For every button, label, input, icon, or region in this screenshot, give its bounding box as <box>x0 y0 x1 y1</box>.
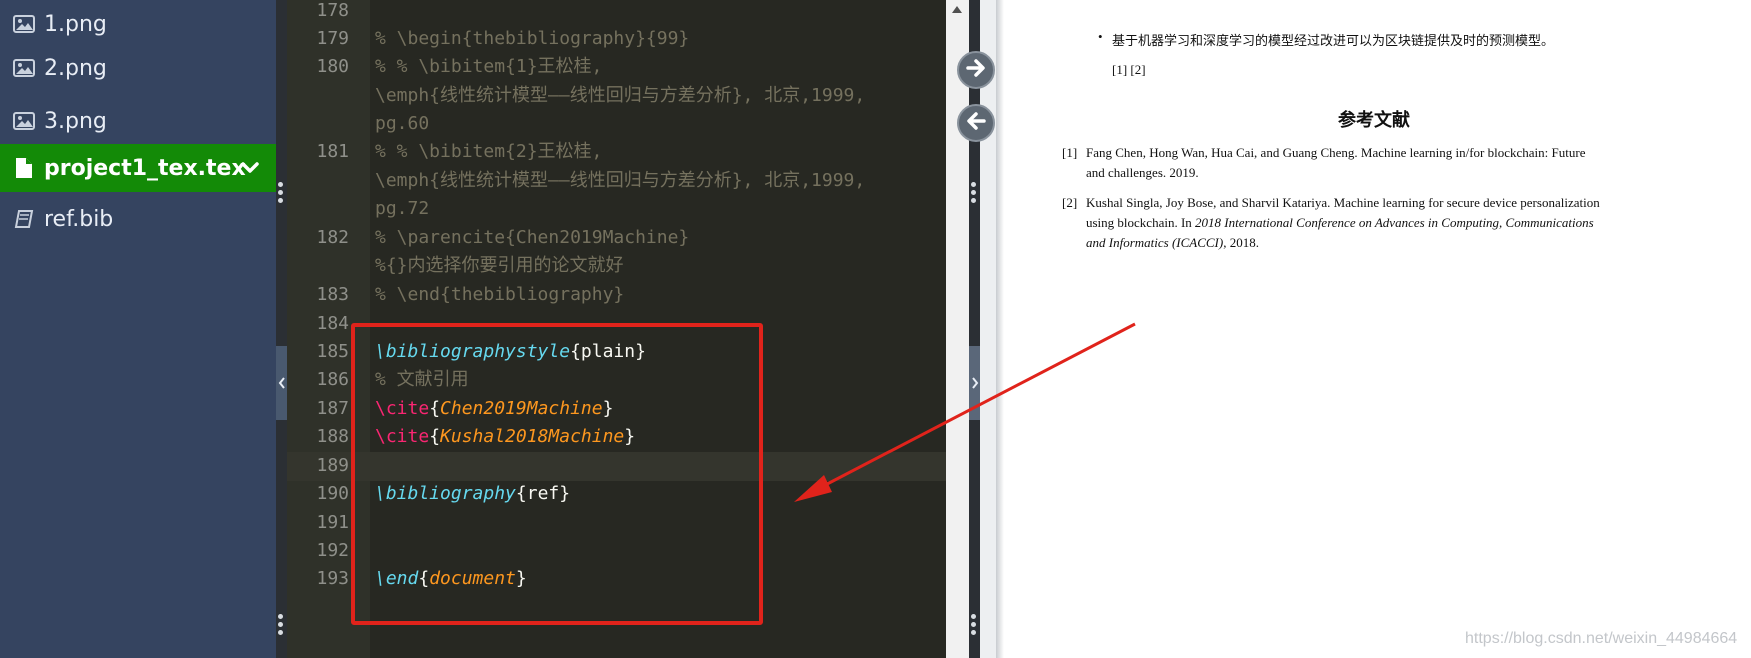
code-line: % \begin{thebibliography}{99} <box>375 28 690 49</box>
line-number: 180 <box>316 56 349 77</box>
line-number: 184 <box>316 313 349 334</box>
line-number: 185 <box>316 341 349 362</box>
image-icon <box>0 15 44 33</box>
code-line: \emph{线性统计模型——线性回归与方差分析}, 北京,1999, <box>375 170 866 191</box>
code-line: % % \bibitem{2}王松桂, <box>375 141 603 162</box>
file-item-1-png[interactable]: 1.png <box>0 0 276 48</box>
line-number: 182 <box>316 227 349 248</box>
file-tree-sidebar: 1.png 2.png 3.png project1_tex.tex ref.b… <box>0 0 276 658</box>
code-line: % \parencite{Chen2019Machine} <box>375 227 690 248</box>
book-icon <box>0 209 44 229</box>
reference-text: and challenges. 2019. <box>1086 165 1199 180</box>
reference-text: using blockchain. In 2018 International … <box>1086 213 1676 233</box>
reference-text: and Informatics (ICACCI), 2018. <box>1086 233 1676 253</box>
reference-venue: and Informatics (ICACCI) <box>1086 235 1224 250</box>
file-item-ref-bib[interactable]: ref.bib <box>0 195 276 243</box>
bullet-icon: • <box>1098 29 1103 44</box>
file-name: 1.png <box>44 11 107 37</box>
line-number: 186 <box>316 369 349 390</box>
line-number: 188 <box>316 426 349 447</box>
collapse-sidebar-button[interactable] <box>276 346 287 420</box>
file-name: project1_tex.tex <box>44 155 246 181</box>
sidebar-splitter[interactable] <box>276 0 287 658</box>
code-line: pg.60 <box>375 113 430 134</box>
reference-text-plain: using blockchain. In <box>1086 215 1196 230</box>
drag-grip-icon[interactable] <box>278 614 283 635</box>
arrow-right-icon <box>965 57 987 83</box>
image-icon <box>0 59 44 77</box>
drag-grip-icon[interactable] <box>278 182 283 203</box>
scroll-up-arrow-icon[interactable] <box>952 6 962 13</box>
reference-text-plain: , 2018. <box>1223 235 1259 250</box>
reference-number: [1] <box>1062 145 1078 160</box>
sync-to-code-button[interactable] <box>957 104 995 142</box>
reference-item[interactable]: [1] Fang Chen, Hong Wan, Hua Cai, and Gu… <box>1062 143 1676 183</box>
reference-number: [2] <box>1062 195 1078 210</box>
line-number: 181 <box>316 141 349 162</box>
watermark-url: https://blog.csdn.net/weixin_44984664 <box>1465 630 1738 647</box>
file-icon <box>0 157 44 179</box>
code-line: pg.72 <box>375 198 430 219</box>
chevron-down-icon[interactable] <box>240 156 260 184</box>
citation-markers[interactable]: [1] [2] <box>1112 62 1146 78</box>
file-name: ref.bib <box>44 206 114 232</box>
file-item-2-png[interactable]: 2.png <box>0 44 276 92</box>
drag-grip-icon[interactable] <box>971 182 976 203</box>
reference-text: Kushal Singla, Joy Bose, and Sharvil Kat… <box>1086 195 1600 210</box>
annotation-highlight-box <box>351 323 763 625</box>
reference-venue: 2018 International Conference on Advance… <box>1195 215 1594 230</box>
line-number: 190 <box>316 483 349 504</box>
line-number: 191 <box>316 512 349 533</box>
references-heading: 参考文献 <box>1338 110 1410 130</box>
line-number: 178 <box>316 0 349 21</box>
reference-text: Fang Chen, Hong Wan, Hua Cai, and Guang … <box>1086 145 1586 160</box>
image-icon <box>0 112 44 130</box>
bullet-text: 基于机器学习和深度学习的模型经过改进可以为区块链提供及时的预测模型。 <box>1112 33 1555 48</box>
annotation-arrow <box>794 322 1136 502</box>
line-number: 183 <box>316 284 349 305</box>
line-number: 179 <box>316 28 349 49</box>
line-number: 189 <box>316 455 349 476</box>
code-line: % % \bibitem{1}王松桂, <box>375 56 603 77</box>
file-name: 2.png <box>44 55 107 81</box>
line-number: 187 <box>316 398 349 419</box>
chevron-left-icon <box>278 374 286 393</box>
reference-item[interactable]: [2] Kushal Singla, Joy Bose, and Sharvil… <box>1062 193 1676 253</box>
file-name: 3.png <box>44 108 107 134</box>
drag-grip-icon[interactable] <box>971 614 976 635</box>
file-item-project1-tex[interactable]: project1_tex.tex <box>0 144 276 192</box>
line-number: 192 <box>316 540 349 561</box>
code-line: %{}内选择你要引用的论文就好 <box>375 255 624 276</box>
code-line: \emph{线性统计模型——线性回归与方差分析}, 北京,1999, <box>375 85 866 106</box>
sync-to-pdf-button[interactable] <box>957 51 995 89</box>
arrow-left-icon <box>965 110 987 136</box>
code-line: % \end{thebibliography} <box>375 284 625 305</box>
line-number: 193 <box>316 568 349 589</box>
file-item-3-png[interactable]: 3.png <box>0 97 276 145</box>
